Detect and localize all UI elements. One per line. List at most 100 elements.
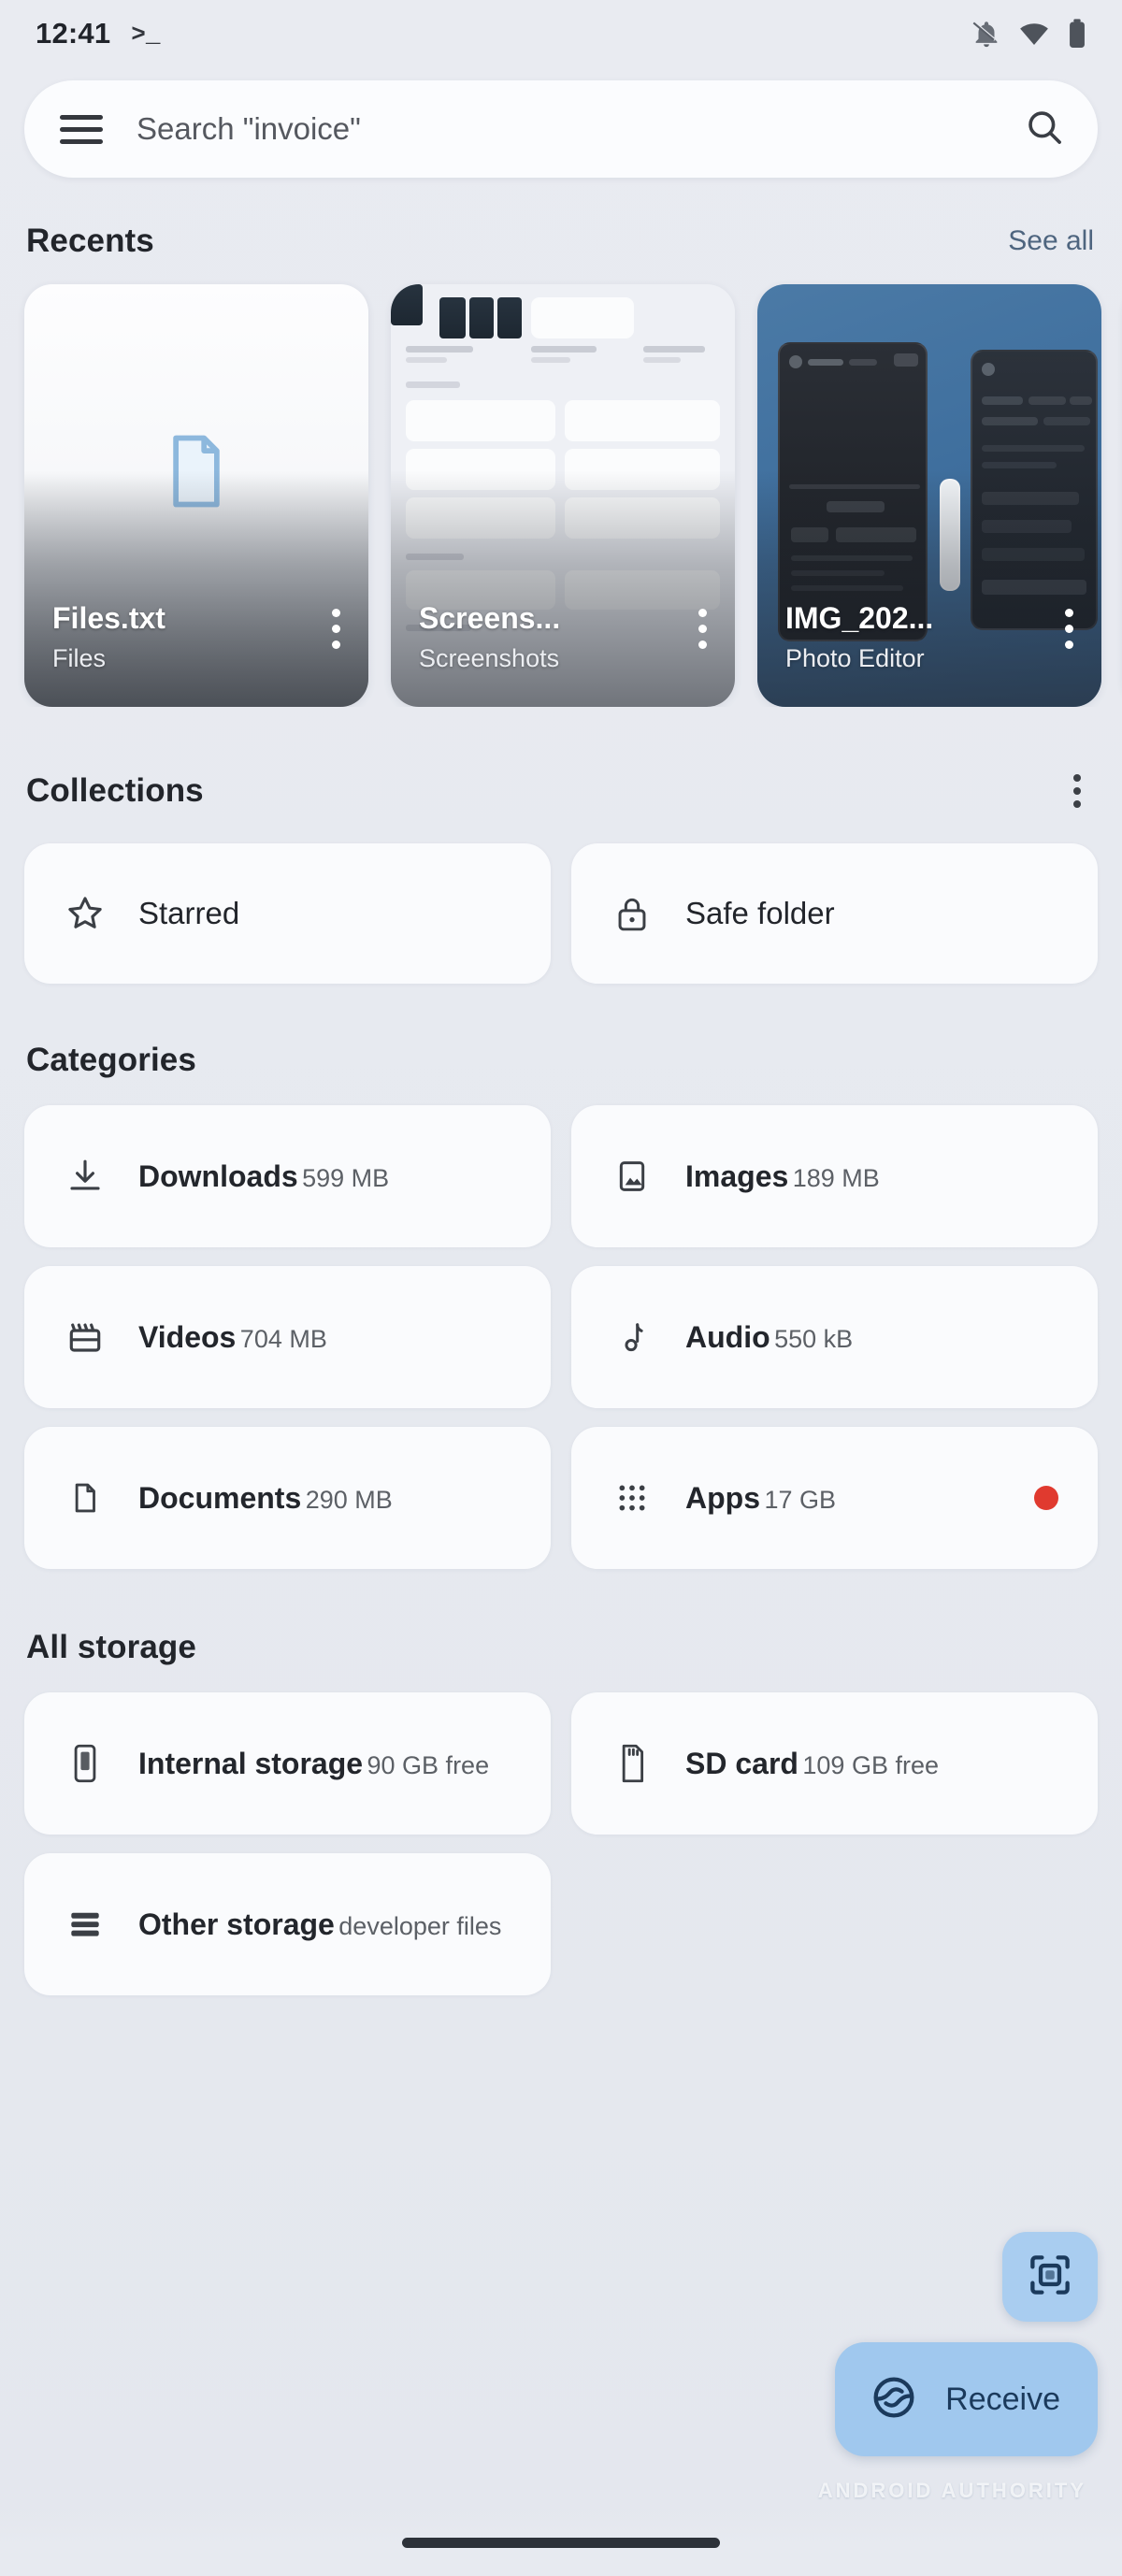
- lock-icon: [599, 893, 665, 934]
- category-text: Downloads 599 MB: [118, 1158, 389, 1194]
- receive-button-label: Receive: [945, 2381, 1060, 2417]
- storage-label: Other storage: [138, 1907, 335, 1941]
- storage-item-sd-card[interactable]: SD card 109 GB free: [571, 1692, 1098, 1835]
- recent-card-name: IMG_202...: [785, 601, 934, 635]
- collection-item-starred[interactable]: Starred: [24, 843, 551, 984]
- all-storage-title: All storage: [26, 1629, 196, 1665]
- storage-item-other[interactable]: Other storage developer files: [24, 1853, 551, 1995]
- category-label: Downloads: [138, 1158, 298, 1193]
- category-text: Documents 290 MB: [118, 1480, 393, 1516]
- overflow-menu-icon[interactable]: [1060, 765, 1094, 817]
- storage-label: SD card: [685, 1746, 798, 1780]
- category-item-apps[interactable]: Apps 17 GB: [571, 1427, 1098, 1569]
- hamburger-menu-icon[interactable]: [60, 114, 103, 144]
- category-label: Images: [685, 1158, 789, 1193]
- collection-label-wrap: Safe folder: [665, 894, 835, 932]
- category-text: Images 189 MB: [665, 1158, 880, 1194]
- category-text: Apps 17 GB: [665, 1480, 836, 1516]
- recent-file-card[interactable]: IMG_202... Photo Editor: [757, 284, 1101, 707]
- category-size: 704 MB: [239, 1324, 327, 1353]
- storage-list-icon: [52, 1905, 118, 1944]
- storage-free: 109 GB free: [802, 1750, 939, 1779]
- recent-card-meta: IMG_202... Photo Editor: [785, 601, 1032, 673]
- nearby-share-icon: [869, 2372, 919, 2427]
- category-size: 599 MB: [302, 1163, 390, 1192]
- recents-title: Recents: [26, 223, 154, 259]
- category-label: Documents: [138, 1480, 302, 1515]
- storage-text: Internal storage 90 GB free: [118, 1746, 489, 1781]
- wifi-icon: [1018, 18, 1050, 50]
- storage-text: SD card 109 GB free: [665, 1746, 939, 1781]
- collections-header: Collections: [0, 765, 1122, 817]
- search-bar[interactable]: [24, 80, 1098, 178]
- collections-grid: Starred Safe folder: [0, 843, 1122, 984]
- recent-card-name: Files.txt: [52, 601, 165, 635]
- categories-title: Categories: [26, 1042, 196, 1078]
- collection-label: Starred: [138, 896, 240, 931]
- recent-file-card[interactable]: Files.txt Files: [24, 284, 368, 707]
- apps-grid-icon: [599, 1479, 665, 1517]
- scan-qr-button[interactable]: [1002, 2232, 1098, 2322]
- recents-header: Recents See all: [0, 223, 1122, 260]
- watermark: ANDROID AUTHORITY: [817, 2479, 1086, 2502]
- recents-see-all-link[interactable]: See all: [1008, 225, 1094, 257]
- storage-text: Other storage developer files: [118, 1907, 501, 1942]
- qr-scan-icon: [1026, 2251, 1074, 2304]
- recent-card-overflow-menu[interactable]: [1056, 599, 1083, 658]
- category-label: Apps: [685, 1480, 760, 1515]
- category-text: Audio 550 kB: [665, 1319, 853, 1355]
- collections-title: Collections: [26, 772, 204, 809]
- status-bar-right: [971, 18, 1088, 50]
- sd-card-icon: [599, 1742, 665, 1785]
- categories-header: Categories: [0, 1042, 1122, 1079]
- gesture-nav-bar: [0, 2509, 1122, 2576]
- recent-card-source: Screenshots: [419, 644, 560, 672]
- category-item-downloads[interactable]: Downloads 599 MB: [24, 1105, 551, 1247]
- image-icon: [599, 1157, 665, 1196]
- recents-rail[interactable]: Files.txt Files Screens... Screenshots I…: [0, 260, 1122, 707]
- receive-button[interactable]: Receive: [835, 2342, 1098, 2456]
- files-app-screen: 12:41 >_ Search "invoice" Recents See al…: [0, 0, 1122, 2576]
- all-storage-header: All storage: [0, 1629, 1122, 1666]
- storage-free: 90 GB free: [367, 1750, 490, 1779]
- collection-label: Safe folder: [685, 896, 835, 931]
- recent-card-name: Screens...: [419, 601, 561, 635]
- star-icon: [52, 893, 118, 934]
- category-item-audio[interactable]: Audio 550 kB: [571, 1266, 1098, 1408]
- recent-card-source: Photo Editor: [785, 644, 925, 672]
- home-gesture-pill[interactable]: [402, 2537, 720, 2548]
- storage-item-internal[interactable]: Internal storage 90 GB free: [24, 1692, 551, 1835]
- recent-card-source: Files: [52, 644, 107, 672]
- storage-label: Internal storage: [138, 1746, 364, 1780]
- categories-grid: Downloads 599 MB Images 189 MB Videos 70…: [0, 1105, 1122, 1569]
- status-bar-left: 12:41 >_: [36, 17, 161, 50]
- terminal-icon: >_: [131, 21, 161, 49]
- category-item-images[interactable]: Images 189 MB: [571, 1105, 1098, 1247]
- search-icon[interactable]: [1023, 106, 1066, 153]
- document-icon: [52, 1477, 118, 1518]
- category-label: Videos: [138, 1319, 237, 1354]
- category-size: 189 MB: [792, 1163, 880, 1192]
- collection-item-safe-folder[interactable]: Safe folder: [571, 843, 1098, 984]
- status-badge: [1034, 1486, 1058, 1510]
- storage-free: developer files: [338, 1911, 502, 1940]
- battery-icon: [1066, 18, 1088, 50]
- category-text: Videos 704 MB: [118, 1319, 327, 1355]
- mute-icon: [971, 18, 1002, 50]
- recent-card-overflow-menu[interactable]: [323, 599, 350, 658]
- search-input[interactable]: [103, 111, 1023, 147]
- phone-icon: [52, 1742, 118, 1785]
- category-label: Audio: [685, 1319, 770, 1354]
- music-note-icon: [599, 1317, 665, 1358]
- category-size: 550 kB: [774, 1324, 854, 1353]
- download-icon: [52, 1157, 118, 1196]
- recent-file-card[interactable]: Screens... Screenshots: [391, 284, 735, 707]
- recent-card-meta: Screens... Screenshots: [419, 601, 666, 673]
- status-bar: 12:41 >_: [0, 0, 1122, 67]
- category-size: 17 GB: [764, 1485, 836, 1514]
- status-clock: 12:41: [36, 17, 111, 50]
- category-item-documents[interactable]: Documents 290 MB: [24, 1427, 551, 1569]
- recent-card-overflow-menu[interactable]: [689, 599, 716, 658]
- all-storage-grid: Internal storage 90 GB free SD card 109 …: [0, 1692, 1122, 1995]
- category-item-videos[interactable]: Videos 704 MB: [24, 1266, 551, 1408]
